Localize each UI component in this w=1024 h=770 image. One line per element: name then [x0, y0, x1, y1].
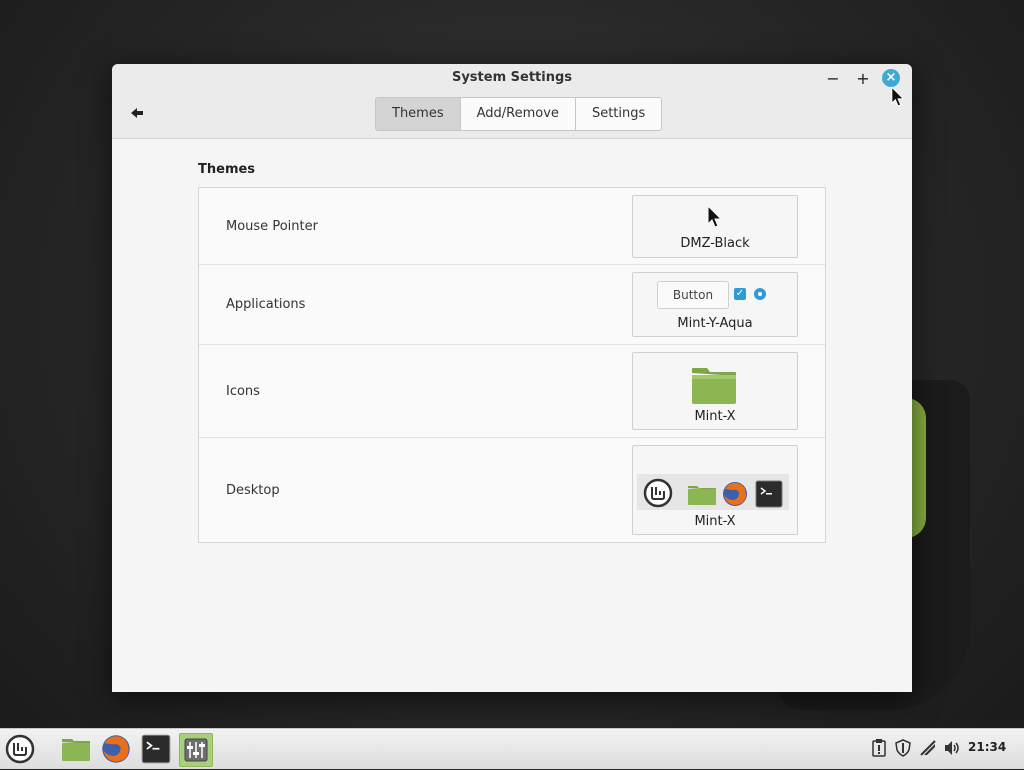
- row-label: Desktop: [226, 483, 280, 498]
- row-label: Mouse Pointer: [226, 219, 318, 234]
- theme-row-applications: Applications Button ✓ Mint-Y-Aqua: [199, 265, 825, 345]
- theme-row-icons: Icons Mint-X: [199, 345, 825, 438]
- volume-icon[interactable]: [943, 739, 961, 757]
- tab-themes[interactable]: Themes: [376, 98, 461, 130]
- network-icon[interactable]: [919, 739, 937, 757]
- terminal-launcher[interactable]: [140, 733, 172, 765]
- theme-row-mouse-pointer: Mouse Pointer DMZ-Black: [199, 188, 825, 265]
- close-button[interactable]: ×: [882, 69, 900, 87]
- system-settings-icon: [184, 738, 208, 762]
- radio-icon: [754, 288, 766, 300]
- row-label: Icons: [226, 384, 260, 399]
- folder-icon: [688, 486, 716, 505]
- minimize-button[interactable]: −: [822, 68, 844, 90]
- clipboard-alert-icon[interactable]: [870, 739, 888, 757]
- firefox-launcher[interactable]: [100, 733, 132, 765]
- arrow-left-icon: [131, 108, 143, 118]
- mouse-pointer-theme-button[interactable]: DMZ-Black: [632, 195, 798, 258]
- theme-name: Mint-Y-Aqua: [677, 316, 753, 331]
- terminal-icon: [755, 480, 783, 508]
- firefox-icon: [723, 482, 747, 506]
- checkbox-icon: ✓: [734, 288, 746, 300]
- themes-list: Mouse Pointer DMZ-Black Applications But…: [198, 187, 826, 543]
- mint-menu-icon: [643, 478, 673, 508]
- system-settings-window: System Settings − + × Themes Add/Remove …: [112, 64, 912, 692]
- preview-button: Button: [657, 281, 729, 309]
- cursor-arrow-icon: [707, 205, 723, 228]
- back-button[interactable]: [126, 104, 148, 126]
- mint-menu-button[interactable]: [4, 733, 36, 765]
- window-title: System Settings: [451, 70, 573, 85]
- theme-name: Mint-X: [694, 409, 736, 424]
- applications-theme-button[interactable]: Button ✓ Mint-Y-Aqua: [632, 272, 798, 337]
- titlebar: System Settings − + × Themes Add/Remove …: [112, 64, 912, 139]
- theme-name: DMZ-Black: [680, 236, 750, 251]
- files-launcher[interactable]: [60, 733, 92, 765]
- icons-theme-button[interactable]: Mint-X: [632, 352, 798, 430]
- folder-icon: [692, 368, 736, 404]
- shield-icon[interactable]: [894, 739, 912, 757]
- folder-icon: [62, 739, 90, 761]
- taskbar: 21:34: [0, 728, 1024, 769]
- system-settings-task[interactable]: [179, 733, 213, 767]
- tab-bar: Themes Add/Remove Settings: [375, 97, 663, 131]
- row-label: Applications: [226, 297, 306, 312]
- theme-name: Mint-X: [694, 514, 736, 529]
- desktop-theme-button[interactable]: Mint-X: [632, 445, 798, 535]
- tab-settings[interactable]: Settings: [576, 98, 661, 130]
- maximize-button[interactable]: +: [852, 68, 874, 90]
- firefox-icon: [102, 735, 130, 763]
- terminal-icon: [141, 734, 171, 764]
- mint-menu-icon: [5, 734, 35, 764]
- theme-row-desktop: Desktop Mint-X: [199, 438, 825, 542]
- section-title: Themes: [198, 162, 256, 177]
- clock[interactable]: 21:34: [968, 740, 1006, 754]
- tab-add-remove[interactable]: Add/Remove: [461, 98, 576, 130]
